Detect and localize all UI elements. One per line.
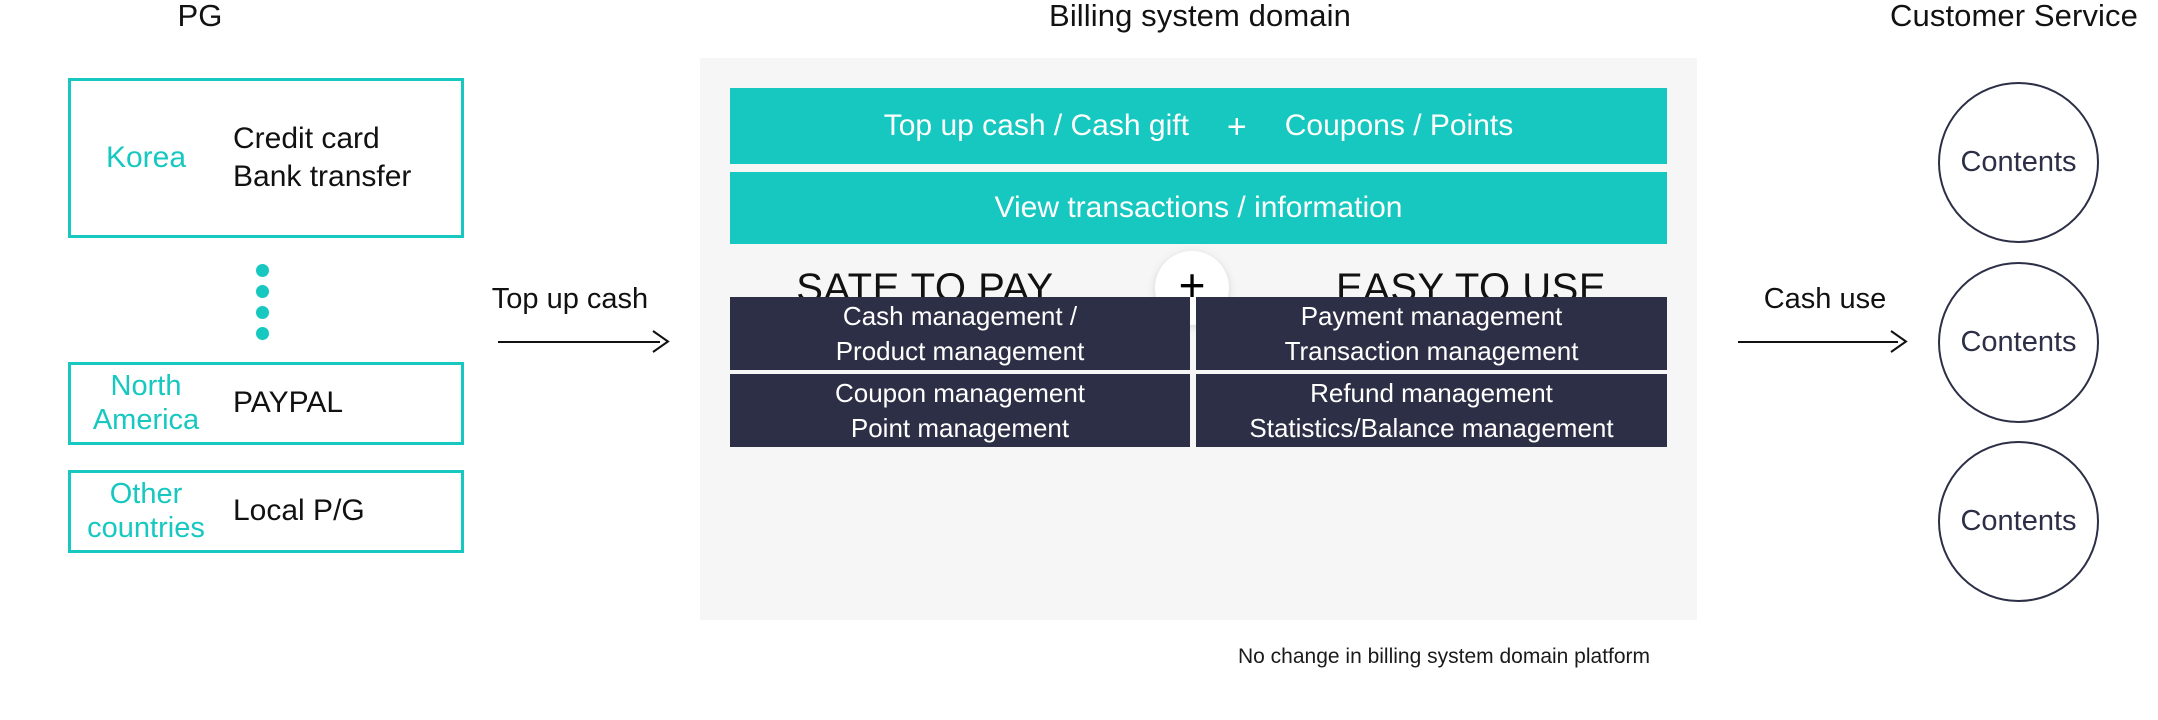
teal-bar-top-up-cash-coupons[interactable]: Top up cash / Cash gift + Coupons / Poin… [730,88,1667,164]
pg-box-korea-methods: Credit card Bank transfer [233,121,412,193]
pg-box-north-america[interactable]: North America PAYPAL [68,362,464,445]
column-title-customer-service: Customer Service [1890,0,2138,33]
pg-box-other-countries[interactable]: Other countries Local P/G [68,470,464,553]
card-refund-statistics-management[interactable]: Refund management Statistics/Balance man… [1196,374,1667,447]
teal-bar-left-text: Top up cash / Cash gift [883,109,1189,142]
arrow-label-top-up-cash: Top up cash [491,283,649,315]
pg-box-other-countries-methods: Local P/G [233,494,365,528]
column-title-pg: PG [177,0,223,33]
arrow-label-cash-use: Cash use [1763,283,1887,315]
diagram-canvas: PG Billing system domain Customer Servic… [0,0,2158,720]
card-coupon-point-management[interactable]: Coupon management Point management [730,374,1190,447]
contents-circle-1-label: Contents [1960,146,2077,178]
footnote-text: No change in billing system domain platf… [1238,645,1651,668]
contents-circle-2[interactable]: Contents [1938,262,2099,423]
ellipsis-dot [256,327,269,340]
contents-circle-2-label: Contents [1960,326,2077,358]
card-cash-product-management[interactable]: Cash management / Product management [730,297,1190,370]
plus-symbol: + [1226,107,1247,146]
arrow-line-cash-use [1738,341,1898,343]
ellipsis-dot [256,306,269,319]
ellipsis-dot [256,285,269,298]
arrow-line-top-up-cash [498,341,660,343]
card-payment-transaction-management[interactable]: Payment management Transaction managemen… [1196,297,1667,370]
contents-circle-1[interactable]: Contents [1938,82,2099,243]
contents-circle-3[interactable]: Contents [1938,441,2099,602]
teal-bar-right-text: Coupons / Points [1284,109,1514,142]
billing-system-domain-panel: Top up cash / Cash gift + Coupons / Poin… [700,58,1697,620]
vertical-ellipsis-icon [256,264,272,340]
pg-box-north-america-methods: PAYPAL [233,386,344,420]
pg-box-north-america-region: North America [92,369,200,436]
pg-box-other-countries-region: Other countries [87,477,205,544]
contents-circle-3-label: Contents [1960,505,2077,537]
ellipsis-dot [256,264,269,277]
column-title-billing-system-domain: Billing system domain [1049,0,1351,33]
pg-box-korea[interactable]: Korea Credit card Bank transfer [68,78,464,238]
pg-box-korea-region: Korea [105,140,187,174]
